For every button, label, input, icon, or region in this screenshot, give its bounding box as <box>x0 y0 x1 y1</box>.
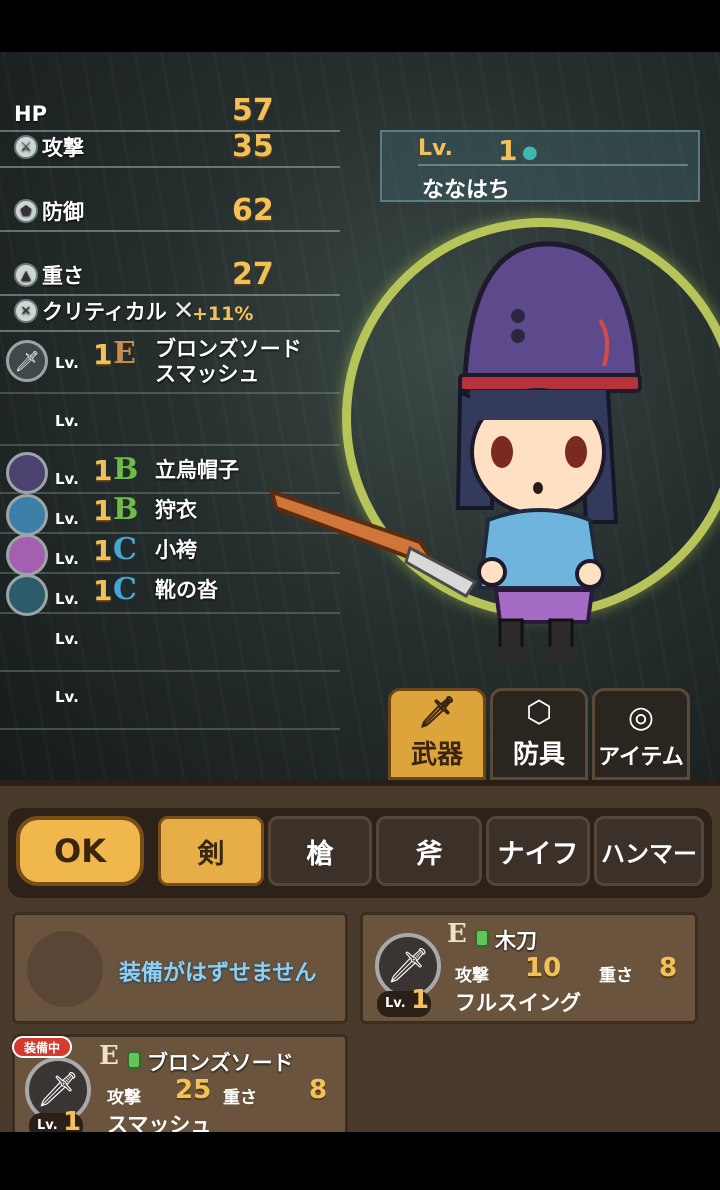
equip-lv-label: Lv. <box>55 354 79 372</box>
equip-name: 靴の沓 <box>155 578 218 602</box>
equip-name: 立烏帽子 <box>155 458 239 482</box>
attack-value: 25 <box>175 1075 212 1105</box>
sword-icon: 🗡 <box>6 340 48 382</box>
stat-defense-label: 防御 <box>42 200 84 224</box>
character-lv-label: Lv. <box>418 136 453 161</box>
equip-rank: C <box>113 532 137 567</box>
tab-hammer[interactable]: ハンマー <box>594 816 704 886</box>
equip-level: 1 <box>93 534 113 567</box>
equipped-badge: 装備中 <box>12 1036 72 1058</box>
shield-icon: ⬟ <box>14 199 38 223</box>
equip-slot-extra2[interactable]: Lv. <box>0 676 340 730</box>
stat-defense: ⬟ 防御 62 <box>0 192 340 232</box>
lock-icon <box>127 1051 141 1069</box>
equip-lv-label: Lv. <box>55 550 79 568</box>
weight-label: 重さ <box>223 1088 257 1108</box>
stat-critical-label: クリティカル <box>42 300 167 324</box>
tab-weapon[interactable]: 🗡 武器 <box>388 688 486 780</box>
equip-level: 1 <box>93 574 113 607</box>
equip-name: 小袴 <box>155 538 197 562</box>
stat-hp-value: 57 <box>232 93 274 128</box>
tab-item[interactable]: ◎ アイテム <box>592 688 690 780</box>
tab-item-label: アイテム <box>598 745 684 770</box>
navigation-bar <box>0 1132 720 1190</box>
shoes-icon <box>6 574 48 616</box>
sword-icon: 🗡 <box>417 695 457 730</box>
tab-axe[interactable]: 斧 <box>376 816 482 886</box>
pants-icon <box>6 534 48 576</box>
attack-icon: ⚔ <box>14 135 38 159</box>
stat-defense-value: 62 <box>232 193 274 228</box>
attack-label: 攻撃 <box>107 1088 141 1108</box>
attack-label: 攻撃 <box>455 966 489 986</box>
weight-value: 8 <box>309 1075 328 1105</box>
item-ring-icon: ◎ <box>627 700 655 735</box>
equip-rank: C <box>113 572 137 607</box>
tab-armor-label: 防具 <box>512 740 565 770</box>
stat-weight-label: 重さ <box>42 264 84 288</box>
card-rank: E <box>99 1041 119 1071</box>
tab-spear[interactable]: 槍 <box>268 816 372 886</box>
weapon-name: ブロンズソード <box>147 1051 294 1075</box>
equip-lv-label: Lv. <box>55 630 79 648</box>
lock-icon <box>475 929 489 947</box>
equip-lv-label: Lv. <box>55 688 79 706</box>
ok-button[interactable]: OK <box>16 816 144 886</box>
wooden-sword-icon: 🗡 <box>375 933 441 999</box>
stat-critical-value: +11% <box>192 303 254 325</box>
equip-rank: B <box>113 452 139 487</box>
card-rank: E <box>447 919 467 949</box>
critical-icon: ✕ <box>14 299 38 323</box>
card-level-chip: Lv. 1 <box>377 985 431 1017</box>
stat-hp-label: HP <box>14 102 47 126</box>
robe-icon <box>6 494 48 536</box>
status-bar <box>0 0 720 52</box>
unequip-label: 装備がはずせません <box>119 961 317 986</box>
equip-rank: E <box>113 336 136 371</box>
stat-attack-label: 攻撃 <box>42 136 84 160</box>
stat-attack: ⚔ 攻撃 35 <box>0 128 340 168</box>
weight-label: 重さ <box>599 966 633 986</box>
character-info-panel: Lv. 1 ● ななはち <box>380 130 700 203</box>
weapon-skill: フルスイング <box>455 991 581 1015</box>
location-pin-icon: ● <box>522 142 538 163</box>
weapon-name: 木刀 <box>495 929 537 953</box>
equip-level: 1 <box>93 494 113 527</box>
attack-value: 10 <box>525 953 562 983</box>
equip-lv-label: Lv. <box>55 470 79 488</box>
stat-attack-value: 35 <box>232 129 274 164</box>
equip-lv-label: Lv. <box>55 412 79 430</box>
unequip-card[interactable]: 装備がはずせません <box>12 912 348 1024</box>
character-name: ななはち <box>422 178 511 203</box>
hexagon-shield-icon: ⬡ <box>525 695 553 730</box>
tab-sword[interactable]: 剣 <box>158 816 264 886</box>
character-sprite <box>269 241 642 663</box>
equip-rank: B <box>113 492 139 527</box>
tab-weapon-label: 武器 <box>410 740 463 770</box>
tab-armor[interactable]: ⬡ 防具 <box>490 688 588 780</box>
empty-slot-icon <box>27 931 103 1007</box>
weight-icon: ▲ <box>14 263 38 287</box>
hat-icon <box>6 452 48 494</box>
equip-lv-label: Lv. <box>55 510 79 528</box>
tab-knife[interactable]: ナイフ <box>486 816 590 886</box>
weapon-card-bokken[interactable]: 🗡 Lv. 1 E 木刀 攻撃 10 重さ 8 フルスイング <box>360 912 698 1024</box>
equip-name: 狩衣 <box>155 498 197 522</box>
equip-level: 1 <box>93 454 113 487</box>
equip-level: 1 <box>93 338 113 371</box>
stat-hp: HP 57 <box>0 92 340 132</box>
equip-lv-label: Lv. <box>55 590 79 608</box>
character-level: 1 <box>498 134 518 167</box>
weight-value: 8 <box>659 953 678 983</box>
